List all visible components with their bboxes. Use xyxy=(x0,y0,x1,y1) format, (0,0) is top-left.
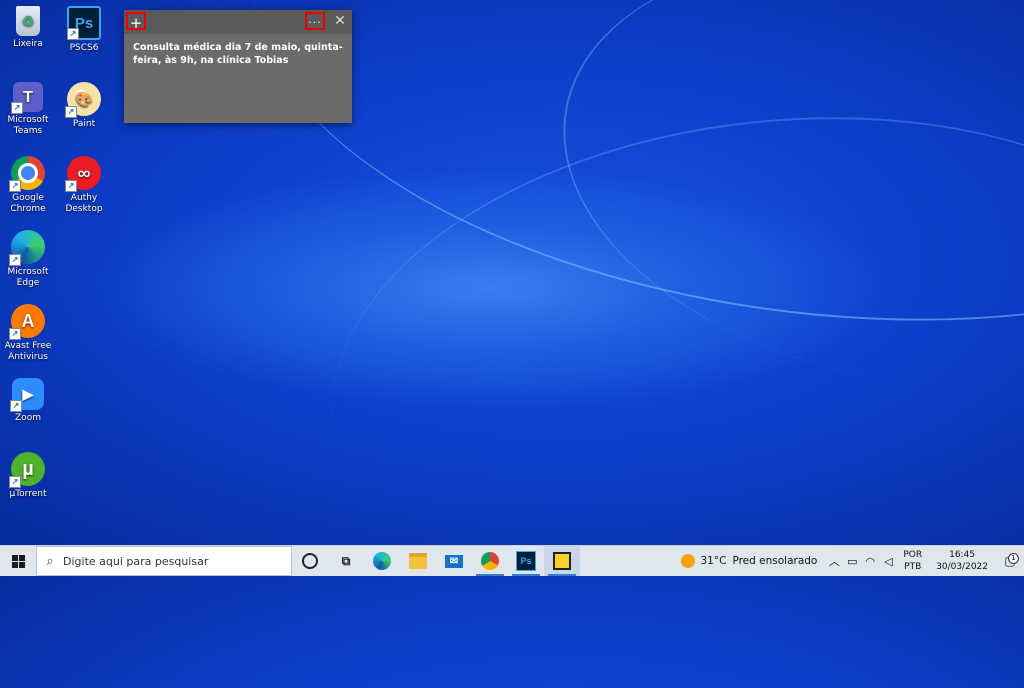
desktop-icon-label: Zoom xyxy=(0,413,56,424)
task-view-icon: ⧉ xyxy=(337,552,355,570)
note-menu-button[interactable]: ··· xyxy=(305,12,325,30)
system-tray: 31°C Pred ensolarado ︿ ▭ ◠ ◁ POR PTB 16:… xyxy=(673,546,1024,576)
sticky-note-text[interactable]: Consulta médica dia 7 de maio, quinta-fe… xyxy=(124,34,352,67)
wifi-icon[interactable]: ◠ xyxy=(861,555,879,568)
desktop-icon-label: µTorrent xyxy=(0,489,56,500)
shortcut-arrow-icon: ↗ xyxy=(67,28,79,40)
keyboard-layout: PTB xyxy=(903,561,922,573)
search-icon: ⌕ xyxy=(37,554,63,569)
task-view-button[interactable]: ⧉ xyxy=(328,546,364,576)
shortcut-arrow-icon: ↗ xyxy=(9,328,21,340)
shortcut-arrow-icon: ↗ xyxy=(9,180,21,192)
notifications-button[interactable]: ▢ 1 xyxy=(996,554,1024,568)
taskbar-search-box[interactable]: ⌕ Digite aqui para pesquisar xyxy=(36,546,292,576)
weather-widget[interactable]: 31°C Pred ensolarado xyxy=(673,554,826,568)
desktop-icon-edge[interactable]: ↗ Microsoft Edge xyxy=(0,230,56,289)
desktop-icon-label: Lixeira xyxy=(0,39,56,50)
recycle-bin-icon: ♻ xyxy=(16,6,40,36)
chrome-icon xyxy=(481,552,499,570)
start-button[interactable] xyxy=(0,546,36,576)
shortcut-arrow-icon: ↗ xyxy=(10,400,22,412)
clock-time: 16:45 xyxy=(936,549,988,561)
network-icon[interactable]: ▭ xyxy=(843,555,861,568)
mail-icon: ✉ xyxy=(445,555,463,568)
shortcut-arrow-icon: ↗ xyxy=(11,102,23,114)
edge-icon xyxy=(373,552,391,570)
shortcut-arrow-icon: ↗ xyxy=(9,254,21,266)
shortcut-arrow-icon: ↗ xyxy=(65,106,77,118)
desktop-icon-label: Google Chrome xyxy=(0,193,56,215)
add-note-button[interactable]: + xyxy=(126,12,146,30)
weather-text: Pred ensolarado xyxy=(732,555,817,567)
volume-icon[interactable]: ◁ xyxy=(879,555,897,568)
desktop-icon-photoshop[interactable]: Ps↗ PSCS6 xyxy=(56,6,112,54)
search-placeholder: Digite aqui para pesquisar xyxy=(63,555,208,568)
shortcut-arrow-icon: ↗ xyxy=(65,180,77,192)
zoom-icon: ▶↗ xyxy=(12,378,44,410)
taskbar-file-explorer[interactable] xyxy=(400,546,436,576)
chevron-up-icon[interactable]: ︿ xyxy=(825,553,843,569)
desktop-icon-chrome[interactable]: ↗ Google Chrome xyxy=(0,156,56,215)
cortana-button[interactable] xyxy=(292,546,328,576)
clock[interactable]: 16:45 30/03/2022 xyxy=(928,549,996,573)
close-note-button[interactable]: ✕ xyxy=(332,13,348,29)
edge-icon: ↗ xyxy=(11,230,45,264)
notification-count: 1 xyxy=(1008,553,1019,564)
shortcut-arrow-icon: ↗ xyxy=(9,476,21,488)
utorrent-icon: µ↗ xyxy=(11,452,45,486)
desktop-icon-label: Paint xyxy=(56,119,112,130)
taskbar: ⌕ Digite aqui para pesquisar ⧉ ✉ Ps 31°C… xyxy=(0,545,1024,576)
windows-logo-icon xyxy=(12,555,25,568)
desktop-icon-label: PSCS6 xyxy=(56,43,112,54)
photoshop-icon: Ps↗ xyxy=(67,6,101,40)
photoshop-icon: Ps xyxy=(516,551,536,571)
desktop-icon-authy[interactable]: ∞↗ Authy Desktop xyxy=(56,156,112,215)
clock-date: 30/03/2022 xyxy=(936,561,988,573)
teams-icon: T↗ xyxy=(13,82,43,112)
chrome-icon: ↗ xyxy=(11,156,45,190)
taskbar-chrome[interactable] xyxy=(472,546,508,576)
desktop-icon-paint[interactable]: 🎨↗ Paint xyxy=(56,82,112,130)
desktop-icon-avast[interactable]: A↗ Avast Free Antivirus xyxy=(0,304,56,363)
desktop-icon-zoom[interactable]: ▶↗ Zoom xyxy=(0,378,56,424)
desktop-icon-label: Authy Desktop xyxy=(56,193,112,215)
avast-icon: A↗ xyxy=(11,304,45,338)
sticky-notes-icon xyxy=(553,552,571,570)
desktop-icon-recycle-bin[interactable]: ♻ Lixeira xyxy=(0,6,56,50)
folder-icon xyxy=(409,553,427,569)
sticky-note-titlebar[interactable]: + ··· ✕ xyxy=(124,10,352,34)
desktop-icon-utorrent[interactable]: µ↗ µTorrent xyxy=(0,452,56,500)
desktop-icon-label: Avast Free Antivirus xyxy=(0,341,56,363)
language-indicator[interactable]: POR PTB xyxy=(897,549,928,573)
sun-icon xyxy=(681,554,695,568)
authy-icon: ∞↗ xyxy=(67,156,101,190)
language-code: POR xyxy=(903,549,922,561)
taskbar-mail[interactable]: ✉ xyxy=(436,546,472,576)
taskbar-sticky-notes[interactable] xyxy=(544,546,580,576)
taskbar-photoshop[interactable]: Ps xyxy=(508,546,544,576)
sticky-note[interactable]: + ··· ✕ Consulta médica dia 7 de maio, q… xyxy=(124,10,352,123)
desktop-icon-teams[interactable]: T↗ Microsoft Teams xyxy=(0,82,56,137)
desktop-icon-label: Microsoft Edge xyxy=(0,267,56,289)
desktop-icon-label: Microsoft Teams xyxy=(0,115,56,137)
weather-temp: 31°C xyxy=(701,555,727,567)
paint-palette-icon: 🎨↗ xyxy=(67,82,101,116)
cortana-circle-icon xyxy=(302,553,318,569)
taskbar-edge[interactable] xyxy=(364,546,400,576)
